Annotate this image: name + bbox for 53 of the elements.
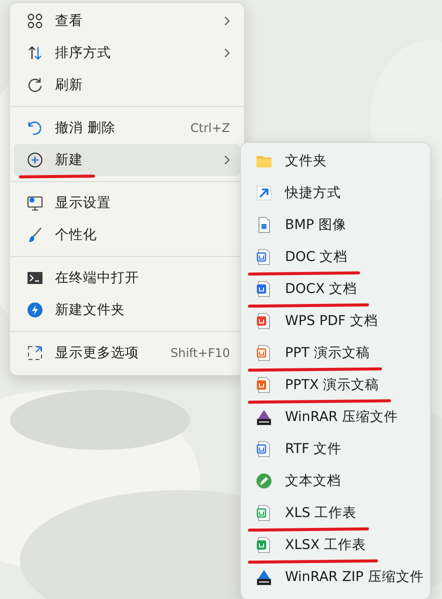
menu-item[interactable]: 个性化 <box>14 219 240 251</box>
chevron-icon <box>224 155 230 165</box>
chevron-icon <box>224 16 230 26</box>
menu-item[interactable]: 快捷方式 <box>245 177 426 209</box>
shortcut-text: Shift+F10 <box>170 346 230 360</box>
menu-item[interactable]: WPS PDF 文档 <box>245 305 426 337</box>
menu-item[interactable]: 在终端中打开 <box>14 262 240 294</box>
undo-icon <box>27 120 43 136</box>
menu-item[interactable]: WinRAR 压缩文件 <box>245 401 426 433</box>
image-file-icon <box>256 217 272 233</box>
document-icon <box>256 537 272 553</box>
menu-item[interactable]: XLSX 工作表 <box>245 529 426 561</box>
shortcut-icon <box>256 185 272 201</box>
shortcut-text: Ctrl+Z <box>190 121 230 135</box>
menu-item[interactable]: 显示设置 <box>14 187 240 219</box>
archive-icon <box>256 409 272 425</box>
menu-item[interactable]: RTF 文件 <box>245 433 426 465</box>
menu-item[interactable]: 撤消 删除 Ctrl+Z <box>14 112 240 144</box>
menu-item[interactable]: 显示更多选项 Shift+F10 <box>14 337 240 369</box>
archive-icon <box>256 569 272 585</box>
menu-item[interactable]: 文件夹 <box>245 145 426 177</box>
sort-icon <box>27 45 43 61</box>
document-icon <box>256 249 272 265</box>
menu-item[interactable]: PPT 演示文稿 <box>245 337 426 369</box>
chevron-icon <box>224 48 230 58</box>
bolt-icon <box>27 302 43 318</box>
menu-item[interactable]: 新建 <box>14 144 240 176</box>
menu-item[interactable]: XLS 工作表 <box>245 497 426 529</box>
terminal-icon <box>27 270 43 286</box>
menu-item[interactable]: PPTX 演示文稿 <box>245 369 426 401</box>
menu-item[interactable]: WinRAR ZIP 压缩文件 <box>245 561 426 593</box>
pencil-icon <box>256 473 272 489</box>
menu-item[interactable]: 新建文件夹 <box>14 294 240 326</box>
plus-circle-icon <box>27 152 43 168</box>
menu-item[interactable]: 刷新 <box>14 69 240 101</box>
folder-icon <box>256 153 272 169</box>
document-icon <box>256 281 272 297</box>
document-icon <box>256 505 272 521</box>
document-icon <box>256 345 272 361</box>
document-icon <box>256 377 272 393</box>
menu-item[interactable]: DOCX 文档 <box>245 273 426 305</box>
monitor-icon <box>27 195 43 211</box>
document-icon <box>256 313 272 329</box>
refresh-icon <box>27 77 43 93</box>
menu-item[interactable]: 查看 <box>14 5 240 37</box>
grid-icon <box>27 13 43 29</box>
menu-item[interactable]: 文本文档 <box>245 465 426 497</box>
menu-item[interactable]: 排序方式 <box>14 37 240 69</box>
menu-item[interactable]: BMP 图像 <box>245 209 426 241</box>
expand-icon <box>27 345 43 361</box>
document-icon <box>256 441 272 457</box>
brush-icon <box>27 227 43 243</box>
menu-item[interactable]: DOC 文档 <box>245 241 426 273</box>
